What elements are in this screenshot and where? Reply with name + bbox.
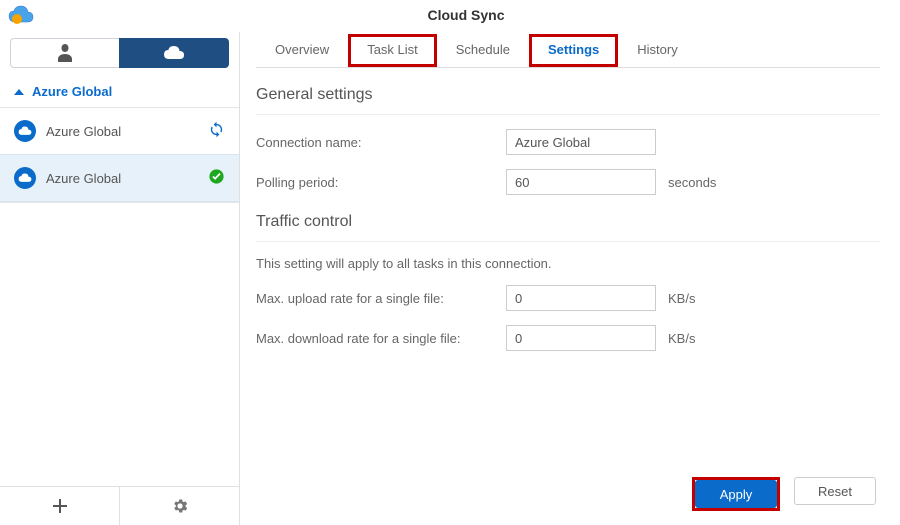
connection-name-input[interactable]: [506, 129, 656, 155]
max-download-label: Max. download rate for a single file:: [256, 331, 506, 346]
tab-overview[interactable]: Overview: [256, 34, 348, 67]
gear-icon: [171, 497, 189, 515]
polling-period-input[interactable]: [506, 169, 656, 195]
polling-period-label: Polling period:: [256, 175, 506, 190]
max-upload-label: Max. upload rate for a single file:: [256, 291, 506, 306]
sidebar-item-1[interactable]: Azure Global: [0, 154, 239, 202]
sidebar-tab-cloud[interactable]: [119, 38, 229, 68]
plus-icon: [51, 497, 69, 515]
sidebar-tab-user[interactable]: [10, 38, 119, 68]
title-bar: Cloud Sync: [0, 0, 900, 32]
reset-button[interactable]: Reset: [794, 477, 876, 505]
check-circle-icon: [208, 168, 225, 188]
apply-button[interactable]: Apply: [695, 480, 777, 508]
max-download-input[interactable]: [506, 325, 656, 351]
tab-task-list[interactable]: Task List: [348, 34, 437, 67]
tab-bar: Overview Task List Schedule Settings His…: [256, 32, 880, 68]
sidebar-group-label: Azure Global: [32, 84, 112, 99]
sidebar-item-label: Azure Global: [46, 171, 121, 186]
traffic-note: This setting will apply to all tasks in …: [256, 256, 880, 271]
settings-button[interactable]: [119, 487, 239, 525]
add-connection-button[interactable]: [0, 487, 119, 525]
main-panel: Overview Task List Schedule Settings His…: [240, 32, 900, 525]
sidebar: Azure Global Azure Global Azure Global: [0, 32, 240, 525]
sync-icon: [208, 121, 225, 141]
section-traffic-title: Traffic control: [256, 195, 880, 242]
sidebar-item-0[interactable]: Azure Global: [0, 108, 239, 154]
tab-schedule[interactable]: Schedule: [437, 34, 529, 67]
provider-icon: [14, 167, 36, 189]
provider-icon: [14, 120, 36, 142]
cloud-icon: [163, 46, 185, 60]
rate-unit: KB/s: [668, 291, 695, 306]
max-upload-input[interactable]: [506, 285, 656, 311]
polling-period-unit: seconds: [668, 175, 716, 190]
connection-name-label: Connection name:: [256, 135, 506, 150]
sidebar-group-header[interactable]: Azure Global: [0, 76, 239, 108]
section-general-title: General settings: [256, 68, 880, 115]
app-title: Cloud Sync: [40, 7, 892, 23]
rate-unit: KB/s: [668, 331, 695, 346]
sidebar-item-label: Azure Global: [46, 124, 121, 139]
tab-settings[interactable]: Settings: [529, 34, 618, 67]
chevron-up-icon: [14, 89, 24, 95]
app-logo-icon: [8, 4, 34, 26]
tab-history[interactable]: History: [618, 34, 696, 67]
user-icon: [57, 44, 73, 62]
